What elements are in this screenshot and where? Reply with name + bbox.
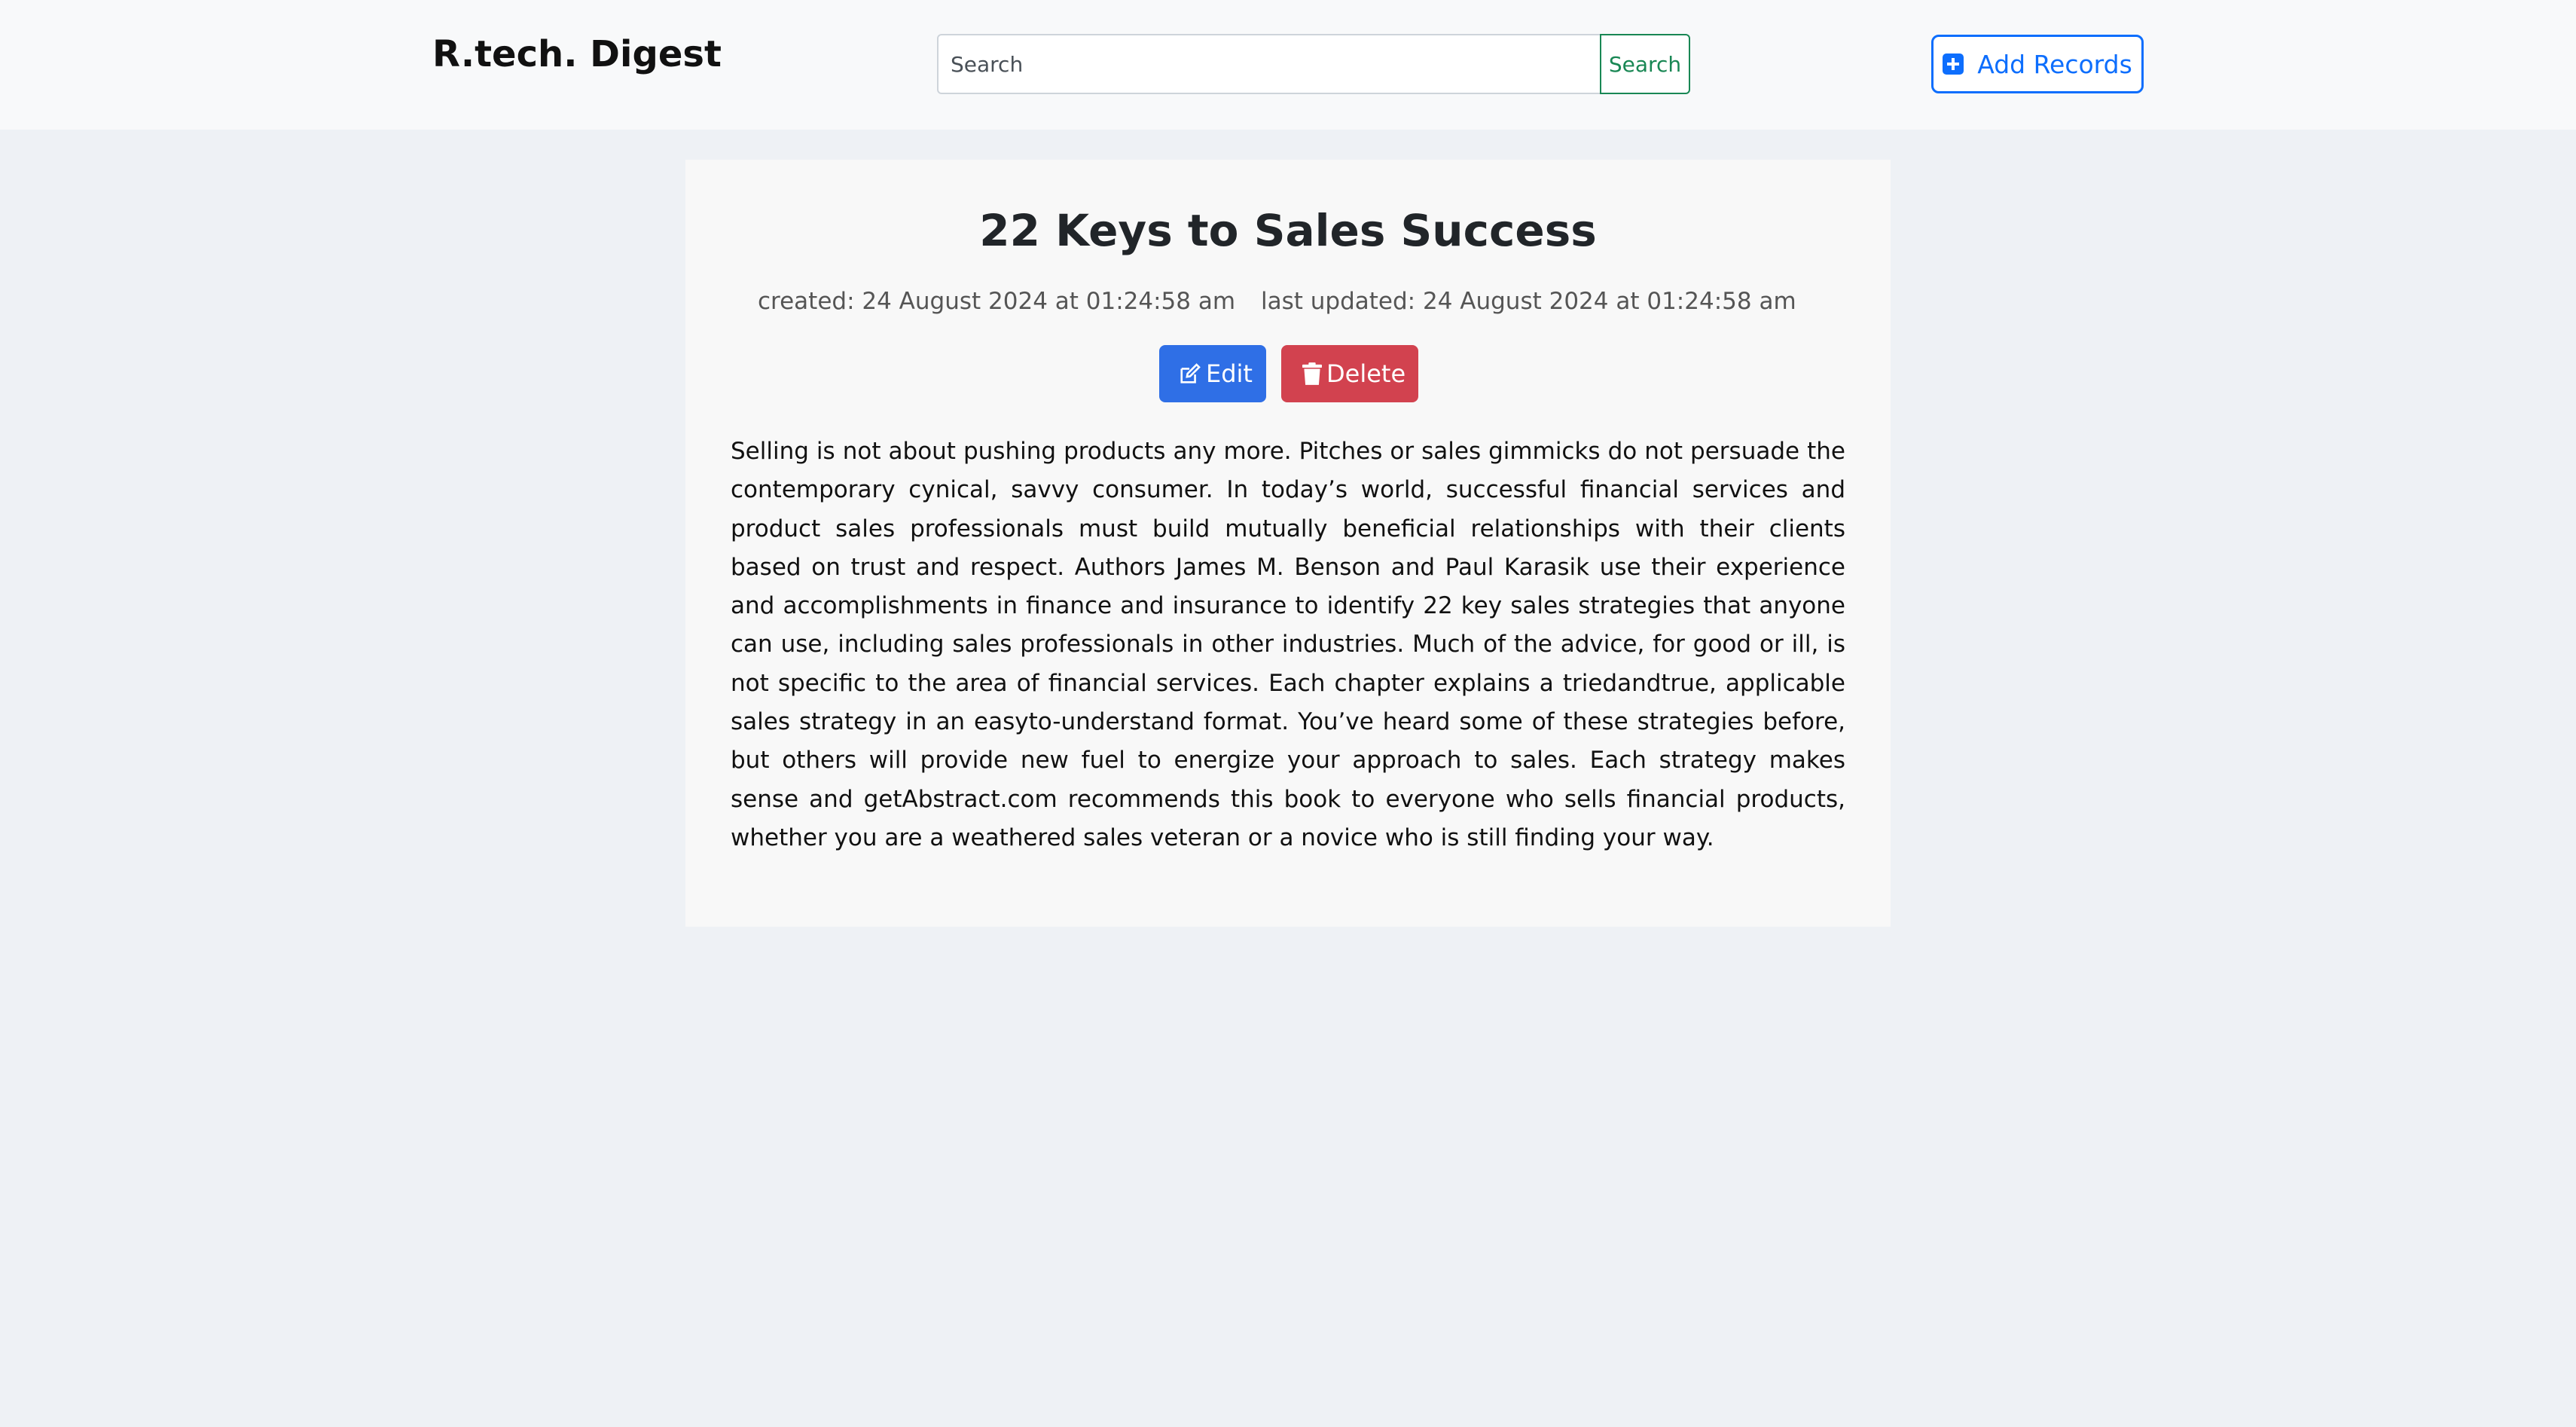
- search-input[interactable]: [937, 34, 1601, 94]
- edit-label: Edit: [1206, 359, 1253, 388]
- trash-icon: [1302, 362, 1322, 385]
- article-body: Selling is not about pushing products an…: [731, 438, 1845, 851]
- delete-button[interactable]: Delete: [1281, 345, 1418, 402]
- edit-icon: [1179, 362, 1201, 385]
- search-button[interactable]: Search: [1600, 34, 1690, 94]
- search-form: Search: [937, 34, 1690, 94]
- article-card: 22 Keys to Sales Success created: 24 Aug…: [685, 160, 1891, 927]
- created-timestamp: created: 24 August 2024 at 01:24:58 am: [758, 288, 1236, 315]
- updated-timestamp: last updated: 24 August 2024 at 01:24:58…: [1261, 288, 1796, 315]
- article-actions: Edit Delete: [685, 345, 1891, 402]
- navbar: R.tech. Digest Search Add Records: [0, 0, 2576, 130]
- edit-button[interactable]: Edit: [1159, 345, 1266, 402]
- add-records-button[interactable]: Add Records: [1931, 35, 2144, 93]
- delete-label: Delete: [1326, 359, 1406, 388]
- brand-logo[interactable]: R.tech. Digest: [432, 33, 722, 75]
- plus-square-icon: [1943, 53, 1964, 75]
- article-title: 22 Keys to Sales Success: [979, 205, 1597, 256]
- add-records-label: Add Records: [1977, 49, 2132, 79]
